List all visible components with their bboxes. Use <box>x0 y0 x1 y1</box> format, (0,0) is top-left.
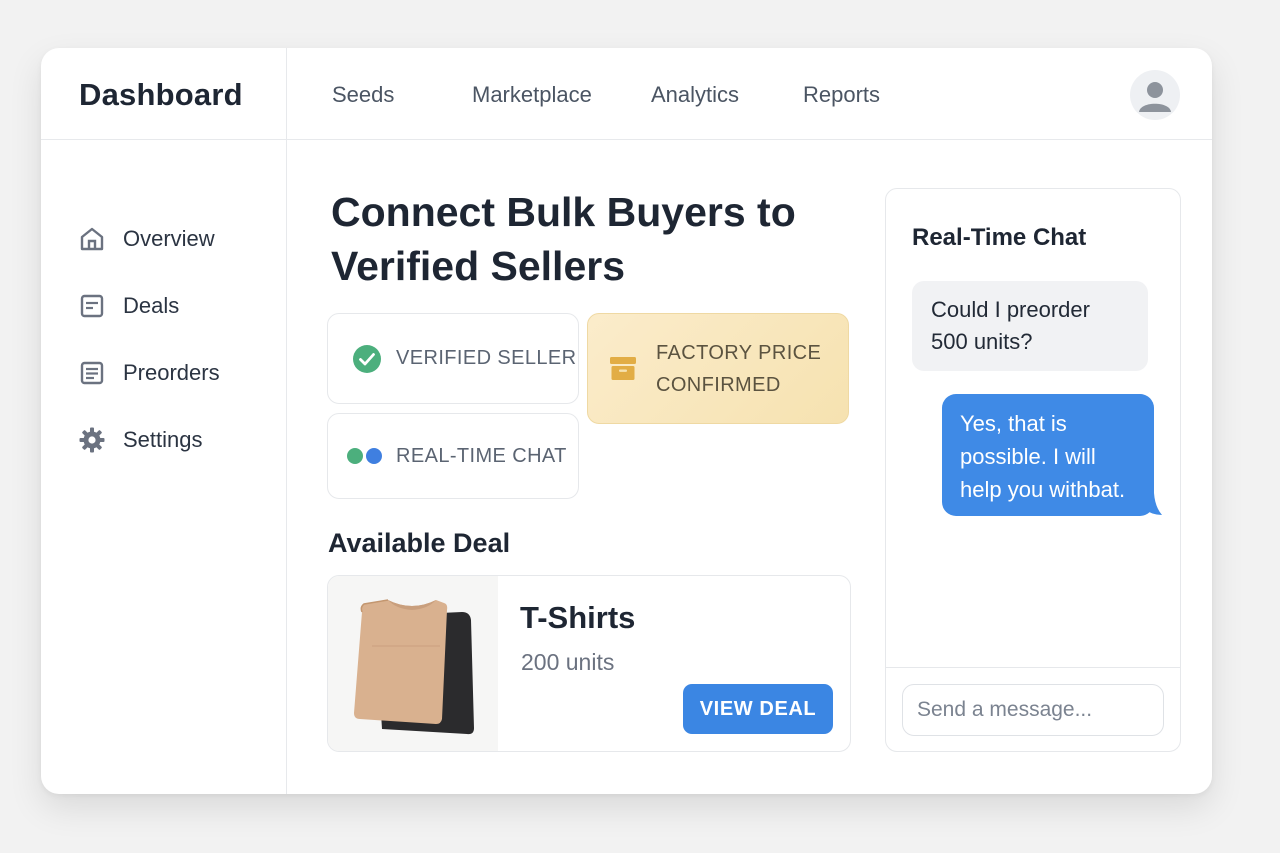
message-line: Yes, that is <box>960 411 1067 436</box>
chat-title: Real-Time Chat <box>912 224 1087 251</box>
sidebar-item-label: Settings <box>123 427 203 452</box>
chat-message-outgoing: Yes, that is possible. I will help you w… <box>942 394 1154 516</box>
sidebar-item-label: Overview <box>123 226 215 251</box>
nav-item-marketplace[interactable]: Marketplace <box>472 82 592 108</box>
chat-panel: Real-Time Chat Could I preorder 500 unit… <box>885 188 1181 752</box>
app-title: Dashboard <box>79 77 243 112</box>
user-icon <box>1139 82 1171 112</box>
message-line: Could I preorder <box>931 297 1090 322</box>
nav-item-reports[interactable]: Reports <box>803 82 880 108</box>
bubble-tail-icon <box>1144 493 1162 515</box>
top-nav: Seeds Marketplace Analytics Reports <box>287 48 1212 140</box>
home-icon <box>78 225 106 253</box>
sidebar-item-label: Preorders <box>123 360 220 385</box>
check-circle-icon <box>352 344 382 374</box>
message-line: help you withbat. <box>960 477 1126 502</box>
brand-header: Dashboard <box>41 48 287 140</box>
verified-seller-badge: VERIFIED SELLER <box>327 313 579 404</box>
view-deal-button[interactable]: VIEW DEAL <box>683 684 833 734</box>
gear-icon <box>78 426 106 454</box>
sidebar-item-overview[interactable]: Overview <box>78 222 215 256</box>
message-input[interactable] <box>902 684 1164 736</box>
section-title: Available Deal <box>328 528 511 558</box>
nav-item-analytics[interactable]: Analytics <box>651 82 739 108</box>
chat-dots-icon <box>346 447 384 465</box>
sidebar: Overview Deals Preorders Settings <box>41 140 287 794</box>
chat-divider <box>886 667 1180 668</box>
deal-title: T-Shirts <box>520 600 636 635</box>
sidebar-item-preorders[interactable]: Preorders <box>78 356 220 390</box>
page-title-line-2: Verified Sellers <box>331 243 626 289</box>
nav-item-seeds[interactable]: Seeds <box>332 82 394 108</box>
real-time-chat-badge: REAL-TIME CHAT <box>327 413 579 499</box>
deal-card[interactable]: T-Shirts 200 units VIEW DEAL <box>327 575 851 752</box>
badge-label: REAL-TIME CHAT <box>396 444 567 467</box>
factory-price-badge: FACTORY PRICE CONFIRMED <box>587 313 849 424</box>
message-line: possible. I will <box>960 444 1096 469</box>
deal-units: 200 units <box>521 649 615 675</box>
badge-label: VERIFIED SELLER <box>396 347 577 369</box>
page-title-line-1: Connect Bulk Buyers to <box>331 189 796 235</box>
sidebar-item-label: Deals <box>123 293 180 318</box>
badge-label-line-2: CONFIRMED <box>656 373 781 396</box>
chat-message-incoming: Could I preorder 500 units? <box>912 281 1148 371</box>
box-icon <box>610 356 636 381</box>
message-line: 500 units? <box>931 329 1033 354</box>
document-icon <box>78 292 106 320</box>
tshirt-image <box>328 576 498 751</box>
list-icon <box>78 359 106 387</box>
sidebar-item-settings[interactable]: Settings <box>78 423 203 457</box>
user-avatar[interactable] <box>1130 70 1180 120</box>
badge-label-line-1: FACTORY PRICE <box>656 341 822 364</box>
app-window: Dashboard Seeds Marketplace Analytics Re… <box>41 48 1212 794</box>
page-title: Connect Bulk Buyers to Verified Sellers <box>331 185 851 293</box>
sidebar-item-deals[interactable]: Deals <box>78 289 179 323</box>
